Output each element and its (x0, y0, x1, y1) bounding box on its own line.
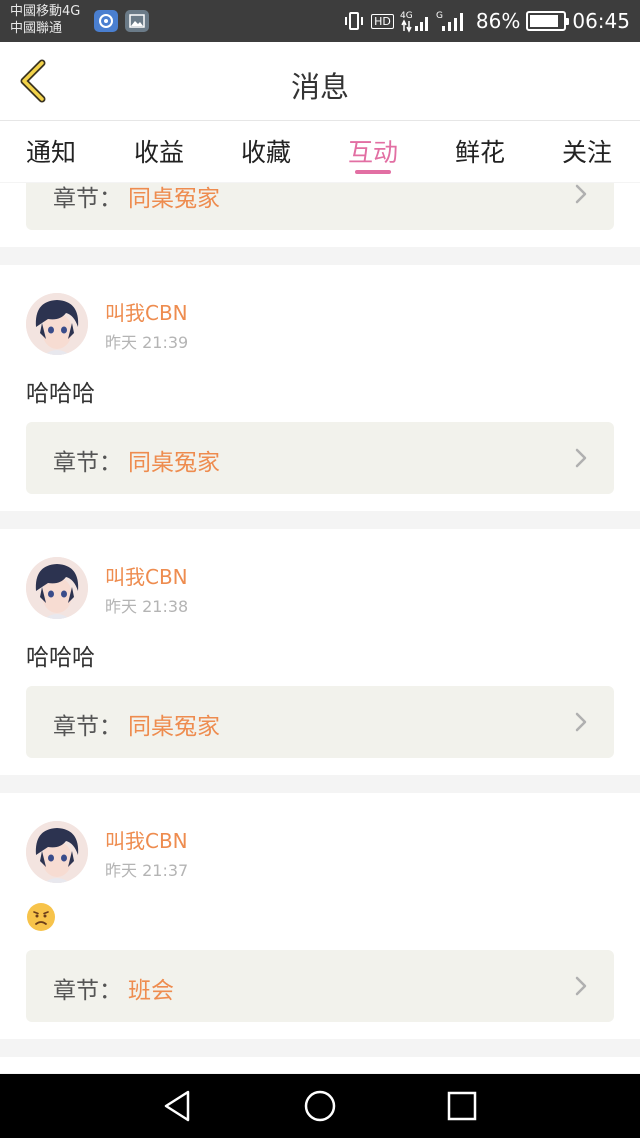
chapter-label: 章节： (53, 714, 122, 740)
signal-4g-icon: 4G (400, 11, 428, 33)
chapter-name: 班会 (128, 978, 174, 1004)
message-card: 叫我CBN 昨天 21:38 哈哈哈 章节： 同桌冤家 (0, 529, 640, 775)
tab-following[interactable]: 关注 (547, 133, 627, 169)
tab-notifications[interactable]: 通知 (11, 133, 91, 169)
active-tab-indicator (355, 170, 391, 174)
tab-interactions[interactable]: 互动 (333, 133, 413, 169)
clock: 06:45 (572, 9, 630, 33)
chevron-right-icon (575, 976, 587, 996)
frowning-face-emoji-icon (27, 903, 55, 931)
chapter-label: 章节： (53, 978, 122, 1004)
timestamp: 昨天 21:37 (105, 861, 189, 880)
hd-indicator: HD (371, 13, 394, 29)
page-title: 消息 (290, 70, 349, 104)
square-recents-icon[interactable] (444, 1088, 480, 1124)
avatar[interactable] (26, 293, 88, 355)
message-card: 章节： 同桌冤家 (0, 183, 640, 247)
circle-home-icon[interactable] (302, 1088, 338, 1124)
chapter-name: 同桌冤家 (128, 714, 220, 740)
username[interactable]: 叫我CBN (105, 561, 188, 590)
chapter-label: 章节： (53, 186, 122, 212)
svg-text:G: G (436, 11, 443, 21)
carrier-2: 中國聯通 (10, 21, 63, 36)
message-list[interactable]: 章节： 同桌冤家 叫我CBN 昨天 21:39 哈哈哈 章节： 同桌冤家 叫我C… (0, 183, 640, 1073)
tab-earnings[interactable]: 收益 (119, 133, 199, 169)
chapter-name: 同桌冤家 (128, 186, 220, 212)
tab-favorites[interactable]: 收藏 (226, 133, 306, 169)
vibrate-icon (345, 12, 364, 30)
app-notification-icon (94, 10, 118, 32)
chapter-link[interactable]: 章节： 班会 (26, 950, 614, 1022)
chapter-link[interactable]: 章节： 同桌冤家 (26, 183, 614, 230)
status-bar: 中國移動4G 中國聯通 HD 4G G 86% 06:45 (0, 0, 640, 42)
message-card (0, 1057, 640, 1073)
message-card: 叫我CBN 昨天 21:39 哈哈哈 章节： 同桌冤家 (0, 265, 640, 511)
chapter-name: 同桌冤家 (128, 450, 220, 476)
carrier-info: 中國移動4G 中國聯通 (10, 3, 80, 37)
battery-percent: 86% (475, 9, 521, 33)
header-bar: 消息 (0, 42, 640, 120)
comment-text: 哈哈哈 (26, 645, 95, 671)
chevron-right-icon (575, 712, 587, 732)
username[interactable]: 叫我CBN (105, 825, 188, 854)
system-nav-bar (0, 1074, 640, 1138)
timestamp: 昨天 21:39 (105, 333, 189, 352)
comment-text: 哈哈哈 (26, 381, 95, 407)
tab-bar: 通知 收益 收藏 互动 鲜花 关注 (0, 120, 640, 182)
chevron-right-icon (575, 448, 587, 468)
timestamp: 昨天 21:38 (105, 597, 189, 616)
carrier-1: 中國移動4G (10, 4, 81, 19)
svg-text:4G: 4G (400, 11, 413, 21)
avatar[interactable] (26, 557, 88, 619)
chapter-label: 章节： (53, 450, 122, 476)
tab-flowers[interactable]: 鲜花 (440, 133, 520, 169)
avatar[interactable] (26, 821, 88, 883)
gallery-notification-icon (125, 10, 149, 32)
signal-g-icon: G (436, 11, 463, 31)
battery-icon (526, 11, 570, 31)
chapter-link[interactable]: 章节： 同桌冤家 (26, 686, 614, 758)
username[interactable]: 叫我CBN (105, 297, 188, 326)
triangle-back-icon[interactable] (160, 1088, 196, 1124)
chapter-link[interactable]: 章节： 同桌冤家 (26, 422, 614, 494)
message-card: 叫我CBN 昨天 21:37 章节： 班会 (0, 793, 640, 1039)
chevron-right-icon (575, 184, 587, 204)
